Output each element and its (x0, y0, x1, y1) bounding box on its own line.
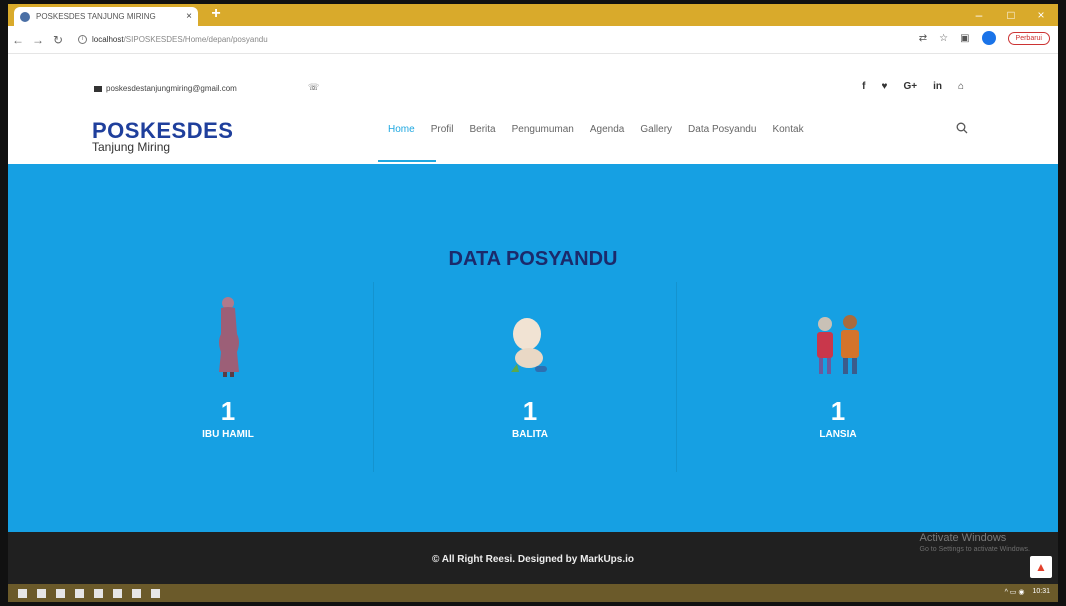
tab-strip: POSKESDES TANJUNG MIRING × + – □ × (8, 4, 1058, 26)
system-tray: ^ ▭ ◉ 10:31 (1005, 588, 1050, 596)
email-text: poskesdestanjungmiring@gmail.com (106, 84, 237, 93)
stat-lansia: 1 LANSIA (668, 288, 1008, 440)
twitter-icon[interactable]: ♥ (882, 81, 888, 92)
clock[interactable]: 10:31 (1032, 588, 1050, 596)
app-icon[interactable] (151, 588, 160, 598)
close-window-button[interactable]: × (1026, 6, 1056, 24)
copyright-text: © All Right Reesi. Designed by MarkUps.i… (431, 554, 635, 565)
stat-value: 1 (522, 396, 538, 426)
nav-agenda[interactable]: Agenda (590, 124, 624, 135)
tab-title: POSKESDES TANJUNG MIRING (36, 12, 156, 21)
address-bar-row: ← → ↻ i localhost /SIPOSKESDES/Home/depa… (8, 26, 1058, 54)
envelope-icon (94, 85, 102, 92)
active-nav-underline (378, 160, 436, 162)
tray-icons[interactable]: ^ ▭ ◉ (1005, 588, 1025, 596)
nav-gallery[interactable]: Gallery (640, 124, 672, 135)
address-bar-actions: ⇄ ☆ ▣ Perbarui (919, 31, 1050, 45)
stat-value: 1 (830, 396, 846, 426)
back-icon[interactable]: ← (8, 33, 28, 47)
tab-close-icon[interactable]: × (186, 11, 192, 22)
extension-icon[interactable]: ▣ (960, 33, 969, 44)
stat-ibu-hamil: 1 IBU HAMIL (58, 288, 398, 440)
browser-window: POSKESDES TANJUNG MIRING × + – □ × ← → ↻… (8, 4, 1058, 602)
stat-balita: 1 BALITA (360, 288, 700, 440)
facebook-icon[interactable]: f (862, 81, 865, 92)
stat-label: IBU HAMIL (202, 429, 254, 440)
top-info-bar: poskesdestanjungmiring@gmail.com ☏ f ♥ G… (8, 76, 1058, 104)
update-button[interactable]: Perbarui (1007, 31, 1050, 45)
stat-label: BALITA (512, 429, 548, 440)
section-title: DATA POSYANDU (448, 248, 618, 270)
site-header: POSKESDES Tanjung Miring Home Profil Ber… (8, 106, 1058, 164)
bookmark-star-icon[interactable]: ☆ (939, 33, 948, 44)
posyandu-section: DATA POSYANDU 1 IBU HAMIL 1 BALITA 1 LAN… (8, 164, 1058, 532)
forward-icon[interactable]: → (28, 33, 48, 47)
nav-kontak[interactable]: Kontak (772, 124, 803, 135)
nav-home[interactable]: Home (388, 124, 415, 135)
site-footer: © All Right Reesi. Designed by MarkUps.i… (8, 532, 1058, 584)
browser-tab[interactable]: POSKESDES TANJUNG MIRING × (14, 7, 198, 26)
minimize-button[interactable]: – (964, 6, 994, 24)
stat-value: 1 (220, 396, 236, 426)
baby-icon (360, 288, 700, 378)
url-path: /SIPOSKESDES/Home/depan/posyandu (123, 35, 268, 44)
translate-icon[interactable]: ⇄ (919, 33, 927, 44)
watermark-title: Activate Windows (919, 532, 1007, 544)
reload-icon[interactable]: ↻ (48, 33, 68, 47)
linkedin-icon[interactable]: in (933, 81, 942, 92)
social-links: f ♥ G+ in ⌂ (862, 81, 964, 92)
favicon-icon (20, 11, 30, 22)
search-icon[interactable] (956, 122, 968, 134)
activation-watermark: Activate Windows Go to Settings to activ… (920, 532, 1031, 553)
scroll-top-button[interactable]: ▲ (1030, 556, 1052, 578)
google-plus-icon[interactable]: G+ (903, 81, 917, 92)
os-taskbar: ^ ▭ ◉ 10:31 (8, 584, 1058, 602)
nav-berita[interactable]: Berita (469, 124, 495, 135)
app-icon[interactable] (113, 588, 122, 598)
elderly-couple-icon (668, 288, 1008, 378)
nav-pengumuman[interactable]: Pengumuman (512, 124, 574, 135)
logo-subtitle: Tanjung Miring (92, 140, 171, 154)
maximize-button[interactable]: □ (996, 6, 1026, 24)
task-view-icon[interactable] (56, 588, 65, 598)
app-icon[interactable] (94, 588, 103, 598)
url-field[interactable]: i localhost /SIPOSKESDES/Home/depan/posy… (78, 35, 268, 44)
info-icon[interactable]: i (78, 35, 87, 44)
url-host: localhost (92, 35, 124, 44)
main-nav: Home Profil Berita Pengumuman Agenda Gal… (388, 124, 804, 135)
phone-icon[interactable]: ☏ (308, 82, 319, 93)
email-contact[interactable]: poskesdestanjungmiring@gmail.com (94, 84, 237, 93)
new-tab-button[interactable]: + (208, 6, 224, 23)
app-icon[interactable] (75, 588, 84, 598)
search-taskbar-icon[interactable] (37, 588, 46, 598)
watermark-subtitle: Go to Settings to activate Windows. (919, 546, 1031, 553)
app-icon[interactable] (132, 588, 141, 598)
pregnant-woman-icon (58, 288, 398, 378)
start-icon[interactable] (18, 588, 27, 598)
profile-avatar[interactable] (981, 31, 996, 45)
nav-profil[interactable]: Profil (431, 124, 454, 135)
nav-data-posyandu[interactable]: Data Posyandu (688, 124, 756, 135)
stat-label: LANSIA (819, 429, 857, 440)
instagram-icon[interactable]: ⌂ (958, 81, 964, 92)
